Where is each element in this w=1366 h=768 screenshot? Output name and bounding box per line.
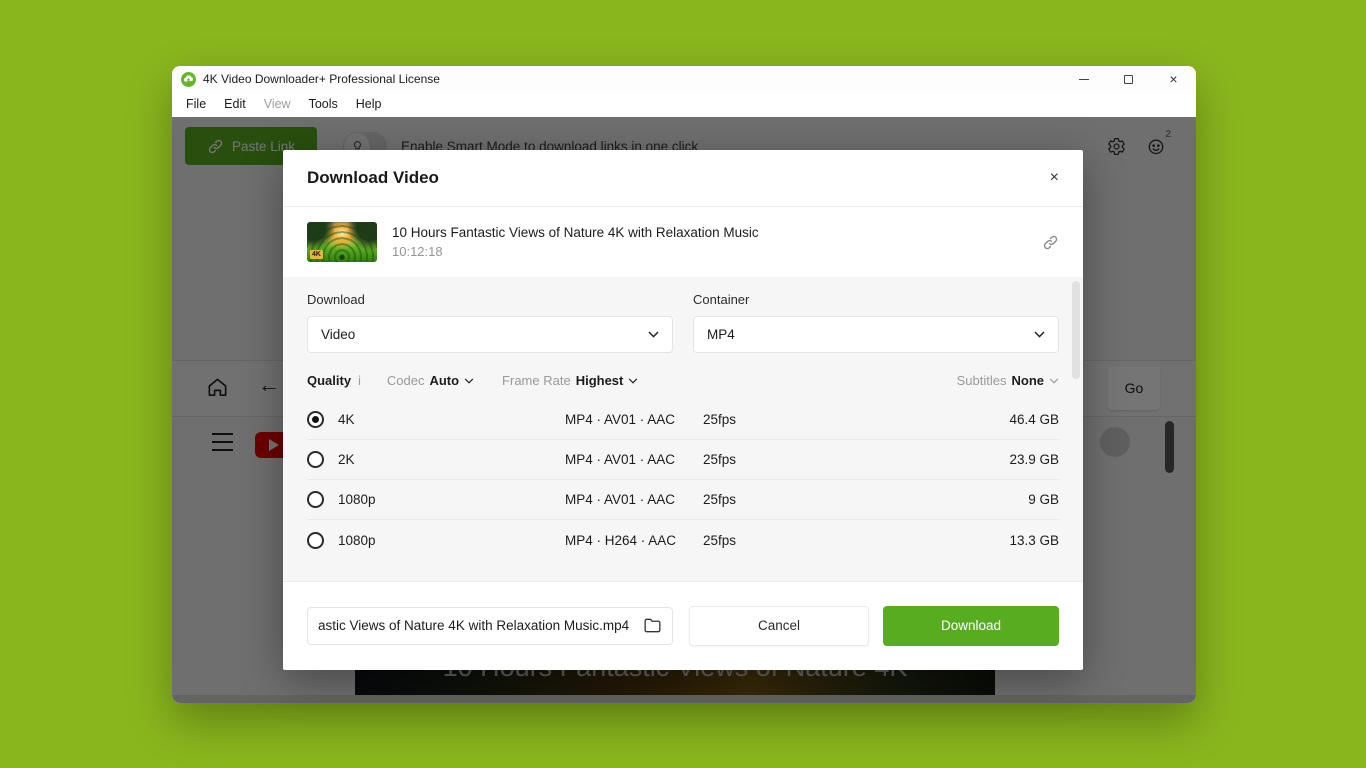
menu-tools[interactable]: Tools: [300, 92, 347, 117]
download-button[interactable]: Download: [883, 606, 1059, 646]
framerate-value: Highest: [576, 373, 624, 388]
quality-row-list: 4K MP4 · AV01 · AAC 25fps 46.4 GB 2K MP4…: [307, 400, 1059, 560]
video-title: 10 Hours Fantastic Views of Nature 4K wi…: [392, 225, 759, 240]
format-value: MP4 · AV01 · AAC: [565, 412, 703, 427]
fps-value: 25fps: [703, 533, 1009, 548]
size-value: 23.9 GB: [1009, 452, 1059, 467]
cancel-button[interactable]: Cancel: [689, 606, 869, 646]
download-select-label: Download: [307, 292, 673, 307]
filename-input[interactable]: astic Views of Nature 4K with Relaxation…: [307, 607, 673, 645]
browse-folder-button[interactable]: [643, 617, 662, 634]
quality-radio[interactable]: [307, 491, 324, 508]
size-value: 13.3 GB: [1009, 533, 1059, 548]
dialog-body: Download Video Container MP4 Quality i C…: [283, 277, 1083, 581]
chevron-down-icon: [464, 378, 474, 384]
quality-radio[interactable]: [307, 411, 324, 428]
quality-value: 4K: [338, 412, 355, 427]
download-type-value: Video: [321, 327, 355, 342]
thumbnail-4k-badge: 4K: [310, 250, 323, 259]
chevron-down-icon: [1034, 331, 1045, 338]
size-value: 9 GB: [1028, 492, 1059, 507]
video-thumbnail: 4K: [307, 222, 377, 262]
framerate-label: Frame Rate: [502, 373, 571, 388]
download-label: Download: [941, 618, 1001, 633]
source-link-icon[interactable]: [1042, 234, 1059, 251]
title-bar: 4K Video Downloader+ Professional Licens…: [172, 66, 1196, 92]
quality-row[interactable]: 1080p MP4 · H264 · AAC 25fps 13.3 GB: [307, 520, 1059, 560]
fps-value: 25fps: [703, 412, 1009, 427]
codec-dropdown[interactable]: Codec Auto: [387, 373, 474, 388]
framerate-dropdown[interactable]: Frame Rate Highest: [502, 373, 638, 388]
container-select-label: Container: [693, 292, 1059, 307]
container-select[interactable]: MP4: [693, 316, 1059, 353]
dialog-title: Download Video: [307, 168, 439, 188]
chevron-down-icon: [648, 331, 659, 338]
chevron-down-icon: [1049, 378, 1059, 384]
format-value: MP4 · AV01 · AAC: [565, 452, 703, 467]
video-duration: 10:12:18: [392, 244, 759, 259]
dialog-scrollbar-thumb[interactable]: [1072, 281, 1080, 379]
menu-view[interactable]: View: [255, 92, 300, 117]
folder-icon: [643, 617, 662, 634]
menu-bar: File Edit View Tools Help: [172, 92, 1196, 117]
dialog-footer: astic Views of Nature 4K with Relaxation…: [283, 581, 1083, 669]
close-icon: ×: [1169, 72, 1177, 86]
quality-label: Quality: [307, 373, 351, 388]
cancel-label: Cancel: [758, 618, 800, 633]
subtitles-label: Subtitles: [957, 373, 1007, 388]
chevron-down-icon: [628, 378, 638, 384]
subtitles-value: None: [1012, 373, 1045, 388]
dialog-close-icon[interactable]: ×: [1050, 169, 1059, 187]
menu-file[interactable]: File: [177, 92, 215, 117]
download-type-select[interactable]: Video: [307, 316, 673, 353]
menu-edit[interactable]: Edit: [215, 92, 255, 117]
download-video-dialog: Download Video × 4K 10 Hours Fantastic V…: [283, 150, 1083, 670]
fps-value: 25fps: [703, 452, 1009, 467]
window-title: 4K Video Downloader+ Professional Licens…: [203, 72, 440, 86]
fps-value: 25fps: [703, 492, 1028, 507]
menu-help[interactable]: Help: [347, 92, 391, 117]
quality-radio[interactable]: [307, 532, 324, 549]
codec-label: Codec: [387, 373, 425, 388]
quality-radio[interactable]: [307, 451, 324, 468]
quality-row[interactable]: 4K MP4 · AV01 · AAC 25fps 46.4 GB: [307, 400, 1059, 440]
quality-value: 2K: [338, 452, 355, 467]
quality-value: 1080p: [338, 492, 376, 507]
maximize-button[interactable]: [1106, 66, 1151, 92]
app-logo-icon: [181, 72, 196, 87]
minimize-icon: [1079, 79, 1089, 80]
quality-row[interactable]: 2K MP4 · AV01 · AAC 25fps 23.9 GB: [307, 440, 1059, 480]
subtitles-dropdown[interactable]: Subtitles None: [957, 373, 1059, 388]
minimize-button[interactable]: [1061, 66, 1106, 92]
video-info-row: 4K 10 Hours Fantastic Views of Nature 4K…: [283, 207, 1083, 277]
quality-row[interactable]: 1080p MP4 · AV01 · AAC 25fps 9 GB: [307, 480, 1059, 520]
format-value: MP4 · H264 · AAC: [565, 533, 703, 548]
options-bar: Quality i Codec Auto Frame Rate Highest …: [307, 373, 1059, 388]
quality-info-icon[interactable]: i: [358, 374, 361, 388]
size-value: 46.4 GB: [1009, 412, 1059, 427]
dialog-header: Download Video ×: [283, 150, 1083, 207]
container-value: MP4: [707, 327, 735, 342]
format-value: MP4 · AV01 · AAC: [565, 492, 703, 507]
filename-value: astic Views of Nature 4K with Relaxation…: [318, 618, 635, 633]
maximize-icon: [1124, 75, 1133, 84]
quality-value: 1080p: [338, 533, 376, 548]
close-button[interactable]: ×: [1151, 66, 1196, 92]
codec-value: Auto: [429, 373, 459, 388]
